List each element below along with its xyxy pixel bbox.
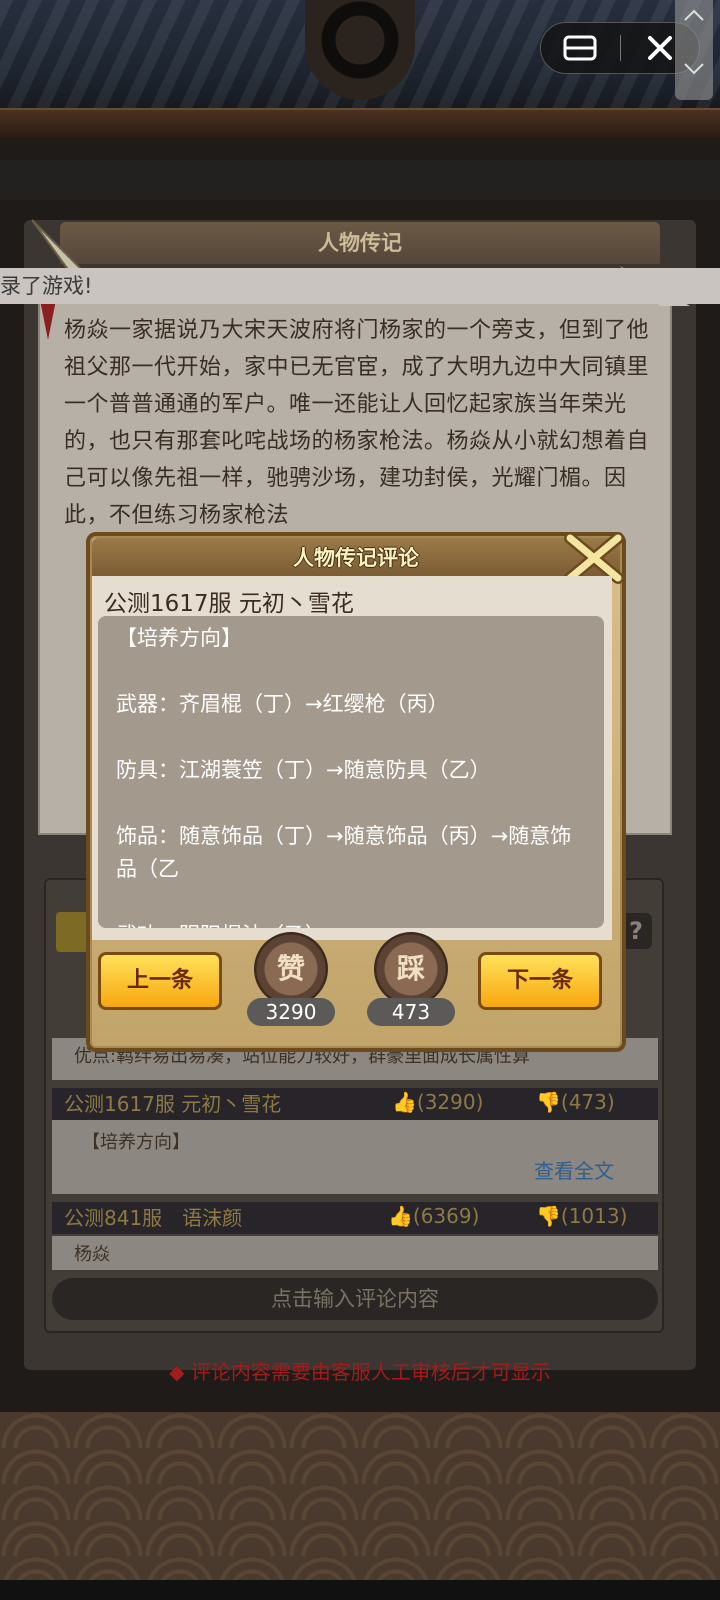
roof-beam	[0, 108, 720, 138]
thumbs-up-icon: 👍	[388, 1204, 413, 1228]
dislike-count-badge: 473	[367, 998, 455, 1026]
chevron-down-icon	[684, 63, 704, 75]
comment-content-box[interactable]: 【培养方向】 武器：齐眉棍（丁）→红缨枪（丙） 防具：江湖蓑笠（丁）→随意防具（…	[98, 616, 604, 928]
dialog-author: 公测1617服 元初丶雪花	[104, 591, 354, 617]
thumbs-up-icon: 👍	[392, 1090, 417, 1114]
thumbs-down-icon: 👎	[536, 1090, 561, 1114]
comment-preview: 杨焱	[74, 1244, 110, 1265]
like-count[interactable]: 👍(3290)	[392, 1090, 483, 1114]
comment-content: 【培养方向】 武器：齐眉棍（丁）→红缨枪（丙） 防具：江湖蓑笠（丁）→随意防具（…	[116, 626, 572, 928]
biography-title: 人物传记	[60, 222, 660, 264]
scroll-rail[interactable]	[675, 0, 713, 100]
wave-pattern-footer	[0, 1412, 720, 1600]
chevron-up-icon	[684, 9, 704, 21]
view-full-text-link[interactable]: 查看全文	[534, 1155, 614, 1184]
review-notice: ◆ 评论内容需要由客服人工审核后才可显示	[169, 1360, 551, 1384]
next-button[interactable]: 下一条	[478, 952, 602, 1010]
dislike-count[interactable]: 👎(473)	[536, 1090, 615, 1114]
menu-button[interactable]	[541, 22, 620, 74]
close-icon	[647, 36, 672, 60]
thumbs-down-icon: 👎	[536, 1204, 561, 1228]
comment-author: 公测841服 语沫颜	[64, 1206, 243, 1230]
biography-text: 杨焱一家据说乃大宋天波府将门杨家的一个旁支，但到了他祖父那一代开始，家中已无官宦…	[64, 318, 650, 528]
comment-preview: 【培养方向】	[82, 1132, 190, 1153]
dislike-button[interactable]: 踩	[374, 932, 448, 1006]
footer-edge	[0, 1580, 720, 1600]
like-count-badge: 3290	[247, 998, 335, 1026]
tag-icon	[56, 912, 88, 952]
hidden-status-row	[0, 160, 720, 200]
comment-input[interactable]: 点击输入评论内容	[52, 1278, 658, 1320]
like-count[interactable]: 👍(6369)	[388, 1204, 479, 1228]
dislike-count[interactable]: 👎(1013)	[536, 1204, 627, 1228]
like-button[interactable]: 赞	[254, 932, 328, 1006]
comment-author: 公测1617服 元初丶雪花	[64, 1092, 282, 1116]
menu-icon	[563, 35, 597, 61]
dialog-title: 人物传记评论	[92, 538, 620, 578]
scrolling-banner: 录了游戏!	[0, 268, 720, 304]
list-item[interactable]: 杨焱	[52, 1236, 658, 1270]
previous-button[interactable]: 上一条	[98, 952, 222, 1010]
